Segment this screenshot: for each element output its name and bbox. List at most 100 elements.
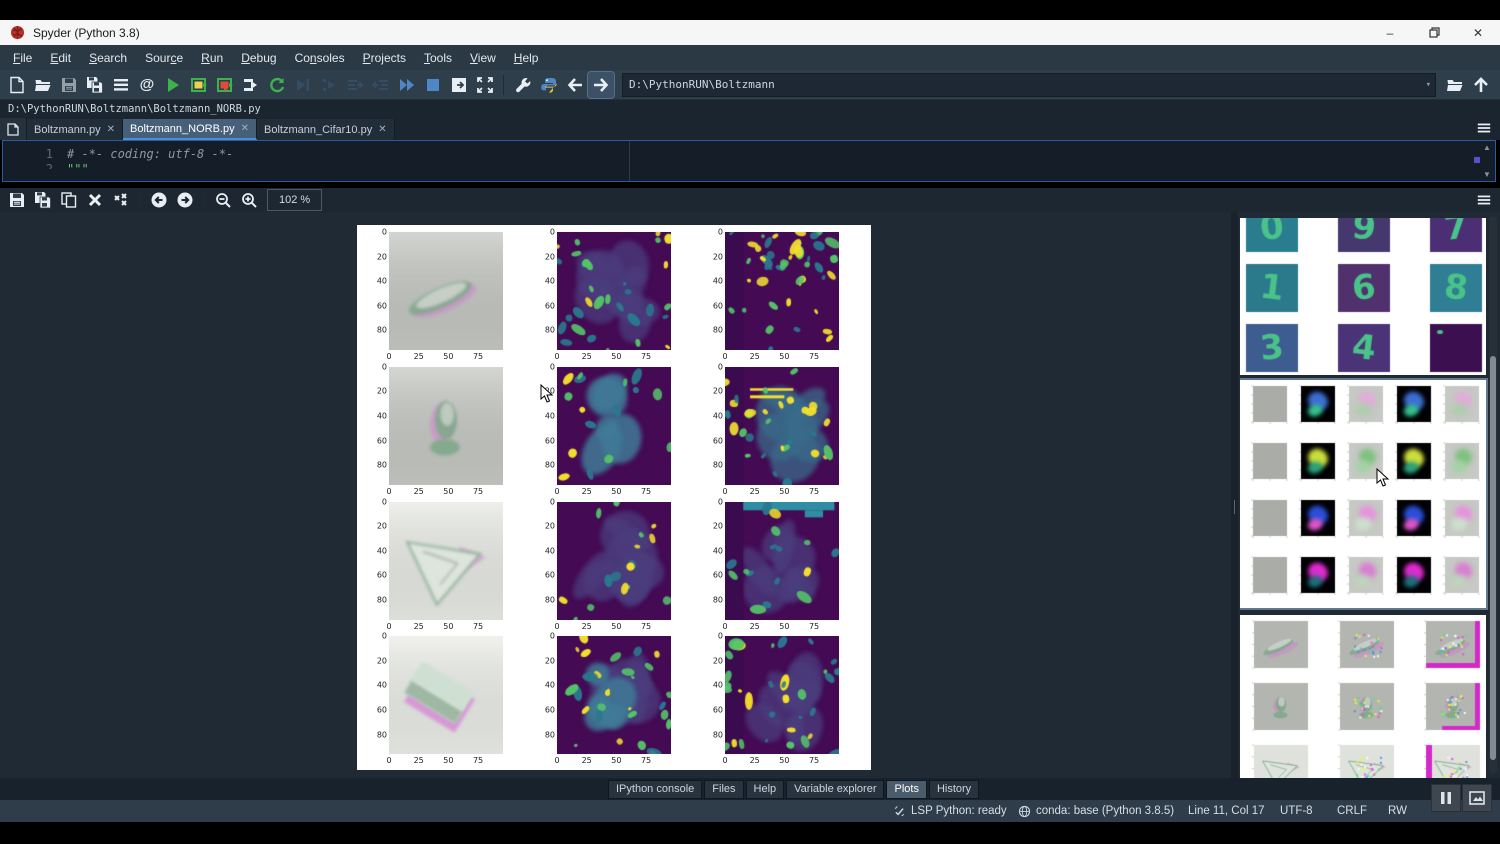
subplot-r3c3: 0204060800255075 <box>703 501 863 634</box>
restore-button[interactable] <box>1412 20 1456 45</box>
plots-toolbar: 102 % <box>0 188 1500 212</box>
continue-button[interactable] <box>394 72 420 98</box>
close-tab-icon[interactable]: ✕ <box>378 124 386 135</box>
menu-tools[interactable]: Tools <box>415 48 461 68</box>
find-symbols-button[interactable]: @ <box>134 72 160 98</box>
run-selection-button[interactable] <box>238 72 264 98</box>
maximize-pane-button[interactable] <box>446 72 472 98</box>
subplot-r4c2: 0204060800255075 <box>535 635 695 768</box>
pane-tab-plots[interactable]: Plots <box>886 780 926 799</box>
subplot-r1c1: 0204060800255075 <box>367 231 527 364</box>
menu-help[interactable]: Help <box>505 48 548 68</box>
menu-run[interactable]: Run <box>192 48 232 68</box>
pane-tab-help[interactable]: Help <box>746 780 785 799</box>
pause-button[interactable] <box>1431 784 1461 812</box>
pane-tab-files[interactable]: Files <box>704 780 743 799</box>
fullscreen-button[interactable] <box>472 72 498 98</box>
parent-dir-button[interactable] <box>1468 72 1494 98</box>
debug-file-button[interactable] <box>290 72 316 98</box>
pane-icon <box>450 76 468 94</box>
thumbnail-scrollbar[interactable] <box>1489 216 1497 774</box>
remove-all-plots-button[interactable] <box>108 187 134 213</box>
editor-tab-Boltzmann_NORB.py[interactable]: Boltzmann_NORB.py✕ <box>123 119 257 140</box>
copy-plot-button[interactable] <box>56 187 82 213</box>
run-cell-advance-button[interactable] <box>212 72 238 98</box>
next-plot-button[interactable] <box>172 187 198 213</box>
globe-icon <box>1018 805 1031 818</box>
lsp-status: LSP Python: ready <box>893 805 1007 818</box>
close-tab-icon[interactable]: ✕ <box>241 123 249 134</box>
stop-button[interactable] <box>420 72 446 98</box>
preferences-button[interactable] <box>510 72 536 98</box>
menu-source[interactable]: Source <box>136 48 192 68</box>
close-button[interactable]: ✕ <box>1456 20 1500 45</box>
plots-options-menu-icon[interactable] <box>1476 192 1492 208</box>
editor-tab-Boltzmann_Cifar10.py[interactable]: Boltzmann_Cifar10.py✕ <box>257 119 395 140</box>
viridis-feature-map <box>725 232 839 350</box>
save-button[interactable] <box>56 72 82 98</box>
chevron-down-icon[interactable]: ▾ <box>1426 80 1431 90</box>
working-directory-input[interactable]: D:\PythonRUN\Boltzmann▾ <box>622 73 1436 97</box>
thumbnail-mnist-digits[interactable] <box>1240 218 1486 375</box>
forward-button[interactable] <box>588 72 614 98</box>
cursor-position: Line 11, Col 17 <box>1188 805 1265 817</box>
debug-cell-button[interactable] <box>316 72 342 98</box>
editor-tab-Boltzmann.py[interactable]: Boltzmann.py✕ <box>27 119 123 140</box>
editor-tab-bar: Boltzmann.py✕Boltzmann_NORB.py✕Boltzmann… <box>0 118 1500 140</box>
viridis-feature-map <box>725 502 839 620</box>
step-over-icon <box>346 76 364 94</box>
menu-edit[interactable]: Edit <box>41 48 80 68</box>
save-all-button[interactable] <box>82 72 108 98</box>
save-plot-button[interactable] <box>4 187 30 213</box>
pythonpath-button[interactable] <box>536 72 562 98</box>
arrow-left-icon <box>566 76 584 94</box>
save-icon <box>60 76 78 94</box>
subplot-r3c2: 0204060800255075 <box>535 501 695 634</box>
file-switcher-button[interactable] <box>108 72 134 98</box>
rerun-cell-button[interactable] <box>264 72 290 98</box>
menu-file[interactable]: File <box>4 48 41 68</box>
run-file-button[interactable] <box>160 72 186 98</box>
step-over-button[interactable] <box>342 72 368 98</box>
zoom-out-button[interactable] <box>210 187 236 213</box>
step-return-button[interactable] <box>368 72 394 98</box>
menu-consoles[interactable]: Consoles <box>286 48 354 68</box>
back-button[interactable] <box>562 72 588 98</box>
letterbox-bottom <box>0 822 1500 844</box>
plots-pane: 0204060800255075020406080025507502040608… <box>0 212 1500 778</box>
pane-tab-ipython-console[interactable]: IPython console <box>608 780 702 799</box>
zoom-in-button[interactable] <box>236 187 262 213</box>
minimize-button[interactable]: – <box>1368 20 1412 45</box>
previous-plot-button[interactable] <box>146 187 172 213</box>
save-all-plots-button[interactable] <box>30 187 56 213</box>
remove-plot-button[interactable] <box>82 187 108 213</box>
menu-projects[interactable]: Projects <box>354 48 415 68</box>
new-file-button[interactable] <box>4 72 30 98</box>
open-file-path: D:\PythonRUN\Boltzmann\Boltzmann_NORB.py <box>0 100 1500 118</box>
subplot-r1c3: 0204060800255075 <box>703 231 863 364</box>
new-tab-file-icon[interactable] <box>0 118 27 140</box>
zoom-level-value[interactable]: 102 % <box>268 190 321 210</box>
viridis-feature-map <box>557 636 671 754</box>
restart-icon <box>268 76 286 94</box>
open-file-button[interactable] <box>30 72 56 98</box>
python-icon <box>540 76 558 94</box>
pane-splitter[interactable] <box>1231 212 1238 778</box>
close-tab-icon[interactable]: ✕ <box>107 124 115 135</box>
run-cell-button[interactable] <box>186 72 212 98</box>
pane-tab-variable-explorer[interactable]: Variable explorer <box>786 780 884 799</box>
menu-view[interactable]: View <box>461 48 505 68</box>
pane-tab-history[interactable]: History <box>929 780 979 799</box>
code-editor[interactable]: ▲ ▼ 1# -*- coding: utf-8 -*-2""" <box>2 140 1496 182</box>
thumbnail-norb-feature-grid[interactable] <box>1240 380 1486 608</box>
thumbnail-norb-reconstruction-grid[interactable] <box>1240 615 1486 778</box>
menu-debug[interactable]: Debug <box>232 48 285 68</box>
menu-search[interactable]: Search <box>80 48 136 68</box>
tab-options-menu-icon[interactable] <box>1476 120 1492 136</box>
browse-working-dir-button[interactable] <box>1442 72 1468 98</box>
norb-image-eraser <box>389 636 503 754</box>
plot-image-button[interactable] <box>1462 784 1492 812</box>
wrench-icon <box>514 76 532 94</box>
debug-cell-icon <box>320 76 338 94</box>
debug-play-icon <box>294 76 312 94</box>
